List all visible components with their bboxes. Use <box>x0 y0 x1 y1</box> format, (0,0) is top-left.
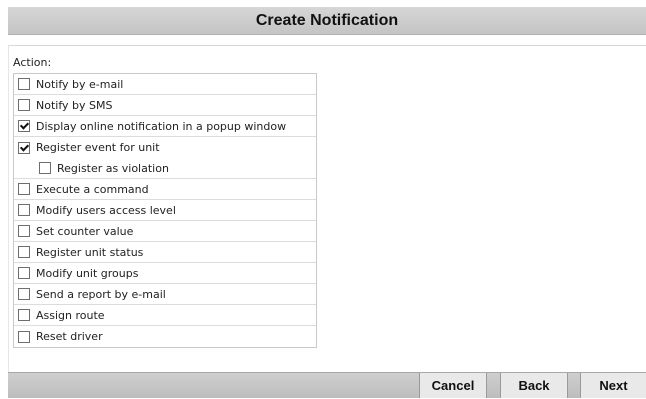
action-reset-driver[interactable]: Reset driver <box>14 326 316 347</box>
action-send-report[interactable]: Send a report by e-mail <box>14 284 316 305</box>
checkbox-checked[interactable] <box>18 141 30 154</box>
action-label-text: Reset driver <box>36 330 103 343</box>
checkbox[interactable] <box>18 330 30 343</box>
checkbox[interactable] <box>18 246 30 258</box>
create-notification-dialog: Create Notification Action: Notify by e-… <box>8 7 646 399</box>
checkbox-checked[interactable] <box>18 120 30 132</box>
checkbox[interactable] <box>18 78 30 90</box>
action-label-text: Set counter value <box>36 224 134 238</box>
action-label-text: Register unit status <box>36 245 144 259</box>
action-label-text: Notify by e-mail <box>36 77 124 91</box>
action-label-text: Notify by SMS <box>36 98 113 112</box>
checkbox[interactable] <box>18 288 30 300</box>
action-label-text: Execute a command <box>36 182 149 196</box>
action-label-text: Register as violation <box>57 161 169 175</box>
action-label: Action: <box>13 56 52 69</box>
action-display-popup[interactable]: Display online notification in a popup w… <box>14 116 316 137</box>
dialog-title: Create Notification <box>8 7 646 35</box>
cancel-button[interactable]: Cancel <box>419 373 487 398</box>
checkbox[interactable] <box>39 162 51 174</box>
action-modify-groups[interactable]: Modify unit groups <box>14 263 316 284</box>
action-notify-email[interactable]: Notify by e-mail <box>14 74 316 95</box>
action-modify-access[interactable]: Modify users access level <box>14 200 316 221</box>
checkbox[interactable] <box>18 99 30 111</box>
checkbox[interactable] <box>18 204 30 216</box>
action-register-status[interactable]: Register unit status <box>14 242 316 263</box>
checkbox[interactable] <box>18 225 30 237</box>
action-label-text: Send a report by e-mail <box>36 287 166 301</box>
back-button[interactable]: Back <box>500 373 568 398</box>
action-register-event[interactable]: Register event for unit <box>14 137 316 158</box>
action-register-violation[interactable]: Register as violation <box>14 158 316 179</box>
checkbox[interactable] <box>18 309 30 321</box>
actions-list: Notify by e-mail Notify by SMS Display o… <box>13 73 317 348</box>
action-notify-sms[interactable]: Notify by SMS <box>14 95 316 116</box>
checkbox[interactable] <box>18 267 30 279</box>
action-set-counter[interactable]: Set counter value <box>14 221 316 242</box>
action-assign-route[interactable]: Assign route <box>14 305 316 326</box>
action-label-text: Modify unit groups <box>36 266 139 280</box>
action-label-text: Assign route <box>36 308 105 322</box>
checkbox[interactable] <box>18 183 30 195</box>
dialog-content: Action: Notify by e-mail Notify by SMS D… <box>8 45 646 373</box>
next-button[interactable]: Next <box>580 373 646 398</box>
action-execute-command[interactable]: Execute a command <box>14 179 316 200</box>
action-label-text: Register event for unit <box>36 141 160 154</box>
action-label-text: Display online notification in a popup w… <box>36 119 287 133</box>
action-label-text: Modify users access level <box>36 203 176 217</box>
dialog-footer: Cancel Back Next <box>8 372 646 398</box>
